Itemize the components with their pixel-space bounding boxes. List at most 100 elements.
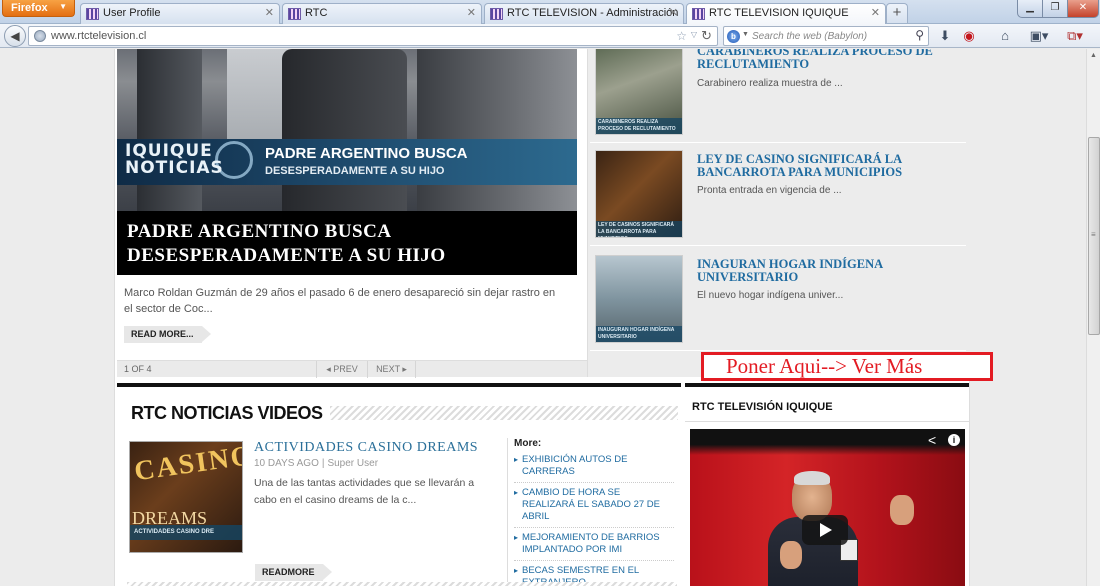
tab-rtc-administracion[interactable]: RTC TELEVISION - Administración ✕ bbox=[484, 3, 684, 24]
vertical-scrollbar[interactable]: ▲ ≡ bbox=[1086, 49, 1100, 586]
image-scene bbox=[282, 49, 407, 211]
firefox-menu-label: Firefox bbox=[11, 2, 48, 14]
tab-rtc[interactable]: RTC ✕ bbox=[282, 3, 482, 24]
site-identity-icon[interactable] bbox=[34, 30, 46, 42]
history-dropdown-icon[interactable]: ▽ bbox=[691, 30, 697, 39]
minimize-window-button[interactable]: ▁ bbox=[1017, 0, 1043, 18]
rtc-television-iquique-section: RTC TELEVISIÓN IQUIQUE < i bbox=[685, 383, 969, 586]
tab-title: RTC bbox=[305, 7, 328, 19]
record-icon[interactable]: ◉ bbox=[960, 27, 978, 45]
close-tab-icon[interactable]: ✕ bbox=[265, 6, 274, 19]
video-author[interactable]: Super User bbox=[327, 458, 378, 469]
news-list-panel: CARABINEROS REALIZA PROCESO DE RECLUTAMI… bbox=[587, 49, 971, 377]
web-page: IQUIQUE NOTICIAS PADRE ARGENTINO BUSCA D… bbox=[0, 49, 1086, 586]
image-scene bbox=[137, 49, 202, 211]
news-thumbnail[interactable]: INAUGURAN HOGAR INDÍGENA UNIVERSITARIO bbox=[595, 255, 683, 343]
news-item[interactable]: CARABINEROS REALIZA PROCESO DE RECLUTAMI… bbox=[590, 49, 966, 143]
scrollbar-thumb[interactable]: ≡ bbox=[1088, 137, 1100, 335]
bookmarks-menu-icon[interactable]: ▣▾ bbox=[1026, 27, 1052, 45]
news-lower-third-graphic: IQUIQUE NOTICIAS PADRE ARGENTINO BUSCA D… bbox=[117, 139, 577, 185]
thumbnail-caption: INAUGURAN HOGAR INDÍGENA UNIVERSITARIO bbox=[596, 326, 682, 342]
lower-third-headline: PADRE ARGENTINO BUSCA bbox=[265, 145, 468, 162]
video-meta: 10 DAYS AGO | Super User bbox=[254, 458, 379, 469]
url-bar[interactable]: www.rtctelevision.cl ☆ ▽ ↻ bbox=[28, 26, 718, 46]
pager-next-button[interactable]: NEXT ▸ bbox=[368, 361, 416, 378]
news-item[interactable]: INAUGURAN HOGAR INDÍGENA UNIVERSITARIO I… bbox=[590, 249, 966, 351]
divider bbox=[685, 421, 969, 422]
tab-user-profile[interactable]: User Profile ✕ bbox=[80, 3, 280, 24]
annotation-note: Poner Aqui--> Ver Más bbox=[701, 352, 993, 381]
iquique-noticias-logo: IQUIQUE NOTICIAS bbox=[125, 141, 224, 178]
babylon-search-engine-icon[interactable]: b bbox=[727, 30, 740, 43]
download-icon[interactable]: ⬇ bbox=[936, 27, 954, 45]
more-video-link[interactable]: CAMBIO DE HORA SE REALIZARÁ EL SABADO 27… bbox=[514, 487, 674, 528]
tab-rtc-television-iquique[interactable]: RTC TELEVISION IQUIQUE ✕ bbox=[686, 3, 886, 25]
share-icon[interactable]: < bbox=[928, 432, 936, 448]
heading-decoration bbox=[330, 406, 678, 420]
section-heading: RTC NOTICIAS VIDEOS bbox=[131, 403, 323, 423]
new-tab-button[interactable]: + bbox=[886, 3, 908, 23]
back-button[interactable]: ◀ bbox=[4, 25, 26, 47]
featured-story-title[interactable]: PADRE ARGENTINO BUSCA DESESPERADAMENTE A… bbox=[127, 220, 567, 268]
close-window-button[interactable]: ✕ bbox=[1067, 0, 1099, 18]
reload-icon[interactable]: ↻ bbox=[701, 28, 712, 44]
readmore-button[interactable]: READMORE bbox=[255, 564, 331, 581]
close-tab-icon[interactable]: ✕ bbox=[871, 6, 880, 19]
rtc-favicon-icon bbox=[288, 8, 301, 20]
pager-count: 1 OF 4 bbox=[124, 364, 152, 374]
news-item-title[interactable]: LEY DE CASINO SIGNIFICARÁ LA BANCARROTA … bbox=[697, 153, 962, 179]
rtc-favicon-icon bbox=[86, 8, 99, 20]
more-videos-list: EXHIBICIÓN AUTOS DE CARRERAS CAMBIO DE H… bbox=[514, 454, 674, 586]
read-more-button[interactable]: READ MORE... bbox=[124, 326, 210, 343]
section-bottom-decoration bbox=[127, 582, 677, 586]
video-thumbnail[interactable]: CASINO DREAMS ACTIVIDADES CASINO DRE bbox=[129, 441, 243, 553]
addon-toolbar-icon[interactable]: ⧉▾ bbox=[1062, 27, 1088, 45]
tab-title: RTC TELEVISION IQUIQUE bbox=[709, 7, 849, 19]
news-item[interactable]: LEY DE CASINOS SIGNIFICARÁ LA BANCARROTA… bbox=[590, 144, 966, 246]
section-heading: RTC TELEVISIÓN IQUIQUE bbox=[692, 401, 833, 413]
firefox-menu-button[interactable]: Firefox ▼ bbox=[2, 0, 75, 17]
video-date: 10 DAYS AGO bbox=[254, 458, 319, 469]
page-content: IQUIQUE NOTICIAS PADRE ARGENTINO BUSCA D… bbox=[114, 49, 993, 586]
more-video-link[interactable]: MEJORAMIENTO DE BARRIOS IMPLANTADO POR I… bbox=[514, 532, 674, 561]
news-thumbnail[interactable]: CARABINEROS REALIZA PROCESO DE RECLUTAMI… bbox=[595, 49, 683, 135]
rtc-noticias-videos-section: RTC NOTICIAS VIDEOS CASINO DREAMS ACTIVI… bbox=[117, 383, 681, 586]
tab-title: User Profile bbox=[103, 7, 161, 19]
more-video-link[interactable]: EXHIBICIÓN AUTOS DE CARRERAS bbox=[514, 454, 674, 483]
embedded-video-player[interactable]: < i bbox=[690, 429, 965, 586]
video-subject-hand bbox=[780, 541, 802, 569]
casino-sign: CASINO bbox=[132, 441, 243, 488]
tab-title: RTC TELEVISION - Administración bbox=[507, 7, 679, 19]
home-icon[interactable]: ⌂ bbox=[996, 27, 1014, 45]
news-item-description: Carabinero realiza muestra de ... bbox=[697, 78, 843, 89]
video-subject-hand bbox=[890, 495, 914, 525]
chevron-down-icon[interactable]: ▼ bbox=[742, 31, 749, 38]
featured-story-image[interactable] bbox=[117, 49, 577, 211]
more-label: More: bbox=[514, 438, 542, 449]
more-videos-box: More: EXHIBICIÓN AUTOS DE CARRERAS CAMBI… bbox=[507, 438, 677, 586]
browser-tab-strip: Firefox ▼ User Profile ✕ RTC ✕ RTC TELEV… bbox=[0, 0, 1100, 25]
image-scene bbox=[417, 49, 577, 211]
news-item-title[interactable]: CARABINEROS REALIZA PROCESO DE RECLUTAMI… bbox=[697, 49, 962, 71]
thumbnail-caption: ACTIVIDADES CASINO DRE bbox=[130, 525, 242, 540]
close-tab-icon[interactable]: ✕ bbox=[669, 6, 678, 19]
navigation-toolbar: ◀ www.rtctelevision.cl ☆ ▽ ↻ b ▼ Search … bbox=[0, 24, 1100, 48]
search-bar[interactable]: b ▼ Search the web (Babylon) ⚲ bbox=[723, 26, 929, 46]
close-tab-icon[interactable]: ✕ bbox=[467, 6, 476, 19]
news-thumbnail[interactable]: LEY DE CASINOS SIGNIFICARÁ LA BANCARROTA… bbox=[595, 150, 683, 238]
featured-story-summary: Marco Roldan Guzmán de 29 años el pasado… bbox=[124, 287, 556, 315]
video-title[interactable]: ACTIVIDADES CASINO DREAMS bbox=[254, 440, 478, 456]
grip-icon: ≡ bbox=[1091, 230, 1096, 239]
news-item-description: Pronta entrada en vigencia de ... bbox=[697, 185, 842, 196]
url-text[interactable]: www.rtctelevision.cl bbox=[51, 30, 146, 42]
maximize-window-button[interactable]: ❐ bbox=[1042, 0, 1068, 18]
play-button-icon[interactable] bbox=[802, 515, 848, 545]
scroll-up-icon[interactable]: ▲ bbox=[1090, 52, 1097, 59]
pager-prev-button[interactable]: ◂ PREV bbox=[316, 361, 368, 378]
rtc-favicon-icon bbox=[490, 8, 503, 20]
info-icon[interactable]: i bbox=[948, 434, 960, 446]
news-item-title[interactable]: INAGURAN HOGAR INDÍGENA UNIVERSITARIO bbox=[697, 258, 962, 284]
search-icon[interactable]: ⚲ bbox=[915, 28, 924, 42]
bookmark-star-icon[interactable]: ☆ bbox=[676, 29, 687, 43]
search-placeholder[interactable]: Search the web (Babylon) bbox=[752, 31, 867, 42]
